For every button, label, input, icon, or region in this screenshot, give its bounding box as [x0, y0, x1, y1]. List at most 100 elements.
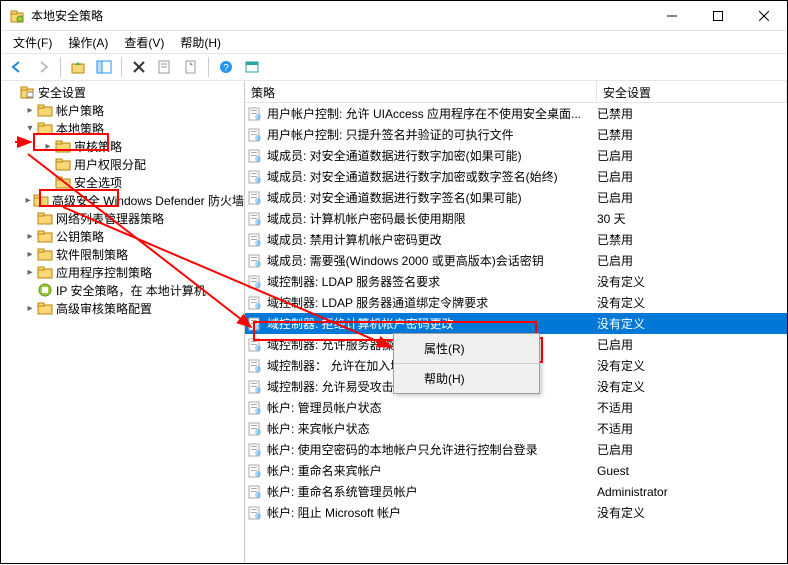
export-button[interactable]: [179, 55, 203, 79]
tree-root[interactable]: 安全设置: [1, 83, 244, 101]
policy-icon: [247, 442, 263, 458]
column-policy[interactable]: 策略: [245, 81, 597, 102]
tree-item[interactable]: ▸帐户策略: [1, 101, 244, 119]
policy-row[interactable]: 域成员: 需要强(Windows 2000 或更高版本)会话密钥已启用: [245, 250, 787, 271]
context-menu: 属性(R) 帮助(H): [393, 333, 540, 394]
tree-item[interactable]: ▸ 公钥策略: [1, 227, 244, 245]
folder-icon: [37, 210, 53, 226]
refresh-button[interactable]: [240, 55, 264, 79]
menu-action[interactable]: 操作(A): [60, 32, 116, 53]
security-settings-icon: [19, 84, 35, 100]
policy-icon: [247, 358, 263, 374]
folder-icon: [55, 156, 71, 172]
tree-item[interactable]: ▸审核策略: [1, 137, 244, 155]
policy-row[interactable]: 帐户: 阻止 Microsoft 帐户没有定义: [245, 502, 787, 523]
policy-icon: [247, 169, 263, 185]
policy-row[interactable]: 帐户: 使用空密码的本地帐户只允许进行控制台登录已启用: [245, 439, 787, 460]
policy-setting: 没有定义: [597, 273, 787, 290]
policy-setting: 不适用: [597, 399, 787, 416]
policy-name: 域成员: 对安全通道数据进行数字加密或数字签名(始终): [267, 168, 597, 185]
policy-setting: 30 天: [597, 210, 787, 227]
column-setting[interactable]: 安全设置: [597, 81, 787, 102]
policy-name: 域成员: 禁用计算机帐户密码更改: [267, 231, 597, 248]
properties-toolbar-button[interactable]: [153, 55, 177, 79]
expander-icon: ▸: [23, 103, 37, 117]
tree-item[interactable]: 网络列表管理器策略: [1, 209, 244, 227]
policy-name: 帐户: 使用空密码的本地帐户只允许进行控制台登录: [267, 441, 597, 458]
policy-icon: [247, 337, 263, 353]
policy-setting: 已启用: [597, 441, 787, 458]
ctx-properties[interactable]: 属性(R): [394, 334, 539, 364]
policy-row[interactable]: 用户帐户控制: 只提升签名并验证的可执行文件已禁用: [245, 124, 787, 145]
tree-label: 网络列表管理器策略: [56, 210, 164, 227]
ctx-help[interactable]: 帮助(H): [394, 364, 539, 393]
help-toolbar-button[interactable]: ?: [214, 55, 238, 79]
folder-icon: [37, 120, 53, 136]
policy-row[interactable]: 域成员: 禁用计算机帐户密码更改已禁用: [245, 229, 787, 250]
policy-icon: [247, 190, 263, 206]
folder-icon: [55, 174, 71, 190]
policy-setting: 已禁用: [597, 105, 787, 122]
tree-label: 高级审核策略配置: [56, 300, 152, 317]
expander-icon: ▾: [23, 121, 37, 135]
policy-icon: [247, 274, 263, 290]
policy-name: 帐户: 管理员帐户状态: [267, 399, 597, 416]
policy-row[interactable]: 域成员: 对安全通道数据进行数字加密(如果可能)已启用: [245, 145, 787, 166]
policy-row[interactable]: 帐户: 来宾帐户状态不适用: [245, 418, 787, 439]
policy-row[interactable]: 帐户: 管理员帐户状态不适用: [245, 397, 787, 418]
maximize-button[interactable]: [695, 1, 741, 31]
policy-setting: Guest: [597, 464, 787, 478]
folder-icon: [37, 282, 53, 298]
policy-setting: 已启用: [597, 252, 787, 269]
policy-setting: 已启用: [597, 168, 787, 185]
expander-icon: ▸: [23, 265, 37, 279]
minimize-button[interactable]: [649, 1, 695, 31]
up-button[interactable]: [66, 55, 90, 79]
policy-row[interactable]: 域控制器: LDAP 服务器签名要求没有定义: [245, 271, 787, 292]
menu-view[interactable]: 查看(V): [116, 32, 172, 53]
close-button[interactable]: [741, 1, 787, 31]
tree-item[interactable]: ▸应用程序控制策略: [1, 263, 244, 281]
tree-item[interactable]: ▸高级审核策略配置: [1, 299, 244, 317]
policy-row[interactable]: 域成员: 计算机帐户密码最长使用期限30 天: [245, 208, 787, 229]
expander-icon: ▸: [23, 193, 33, 207]
show-hide-tree-button[interactable]: [92, 55, 116, 79]
tree-label: 公钥策略: [56, 228, 104, 245]
policy-setting: 没有定义: [597, 378, 787, 395]
delete-button[interactable]: [127, 55, 151, 79]
policy-icon: [247, 148, 263, 164]
menu-help[interactable]: 帮助(H): [172, 32, 229, 53]
policy-icon: [247, 379, 263, 395]
policy-row[interactable]: 域成员: 对安全通道数据进行数字签名(如果可能)已启用: [245, 187, 787, 208]
tree-label: 软件限制策略: [56, 246, 128, 263]
toolbar: ?: [1, 53, 787, 81]
forward-button[interactable]: [31, 55, 55, 79]
policy-name: 用户帐户控制: 允许 UIAccess 应用程序在不使用安全桌面...: [267, 105, 597, 122]
policy-name: 帐户: 阻止 Microsoft 帐户: [267, 504, 597, 521]
policy-row[interactable]: 域成员: 对安全通道数据进行数字加密或数字签名(始终)已启用: [245, 166, 787, 187]
policy-row[interactable]: 帐户: 重命名系统管理员帐户Administrator: [245, 481, 787, 502]
tree-label: 高级安全 Windows Defender 防火墙: [52, 192, 244, 209]
policy-setting: 已启用: [597, 336, 787, 353]
policy-row[interactable]: 域控制器: LDAP 服务器通道绑定令牌要求没有定义: [245, 292, 787, 313]
menu-file[interactable]: 文件(F): [5, 32, 60, 53]
tree-label: 安全选项: [74, 174, 122, 191]
title-bar: 本地安全策略: [1, 1, 787, 31]
policy-row[interactable]: 用户帐户控制: 允许 UIAccess 应用程序在不使用安全桌面...已禁用: [245, 103, 787, 124]
policy-name: 域控制器: 拒绝计算机帐户密码更改: [267, 315, 597, 332]
tree-item[interactable]: 安全选项: [1, 173, 244, 191]
policy-icon: [247, 253, 263, 269]
tree-item[interactable]: 用户权限分配: [1, 155, 244, 173]
tree-item[interactable]: ▸ 高级安全 Windows Defender 防火墙: [1, 191, 244, 209]
policy-row[interactable]: 帐户: 重命名来宾帐户Guest: [245, 460, 787, 481]
back-button[interactable]: [5, 55, 29, 79]
navigation-tree: 安全设置▸帐户策略▾本地策略▸审核策略用户权限分配安全选项 ▸ 高级安全 Windo…: [1, 81, 245, 563]
folder-icon: [37, 228, 53, 244]
expander-icon: ▸: [23, 229, 37, 243]
tree-item[interactable]: IP 安全策略，在 本地计算机: [1, 281, 244, 299]
policy-row[interactable]: 域控制器: 拒绝计算机帐户密码更改没有定义: [245, 313, 787, 334]
policy-icon: [247, 295, 263, 311]
tree-item[interactable]: ▾本地策略: [1, 119, 244, 137]
policy-setting: 不适用: [597, 420, 787, 437]
tree-item[interactable]: ▸软件限制策略: [1, 245, 244, 263]
